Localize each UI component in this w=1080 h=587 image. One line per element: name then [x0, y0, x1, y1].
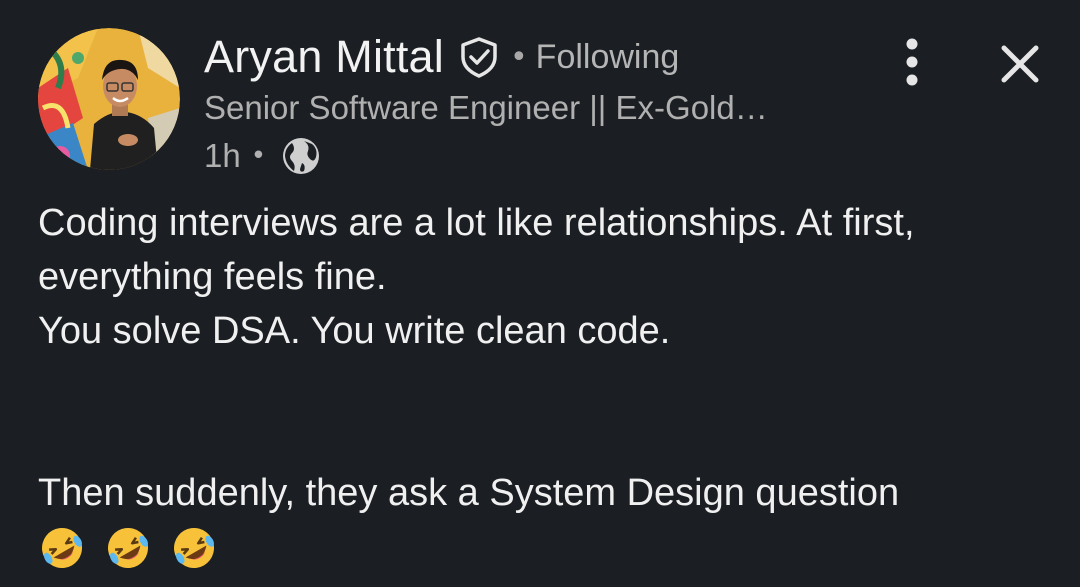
rolling-on-floor-laughing-emoji — [38, 524, 86, 572]
close-icon — [1001, 45, 1039, 83]
post-paragraph: Coding interviews are a lot like relatio… — [38, 202, 915, 298]
more-vertical-icon — [906, 38, 918, 86]
post-paragraph: Then suddenly, they ask a System Design … — [38, 472, 900, 514]
name-separator: • — [509, 39, 528, 75]
author-name-row: Aryan Mittal • Following — [204, 26, 844, 88]
author-name[interactable]: Aryan Mittal — [204, 31, 444, 83]
rolling-on-floor-laughing-emoji — [104, 524, 152, 572]
author-avatar[interactable] — [38, 28, 180, 170]
author-info: Aryan Mittal • Following Senior Software… — [204, 26, 844, 180]
rolling-on-floor-laughing-emoji — [170, 524, 218, 572]
post-meta: 1h • — [204, 132, 844, 180]
post-body: Coding interviews are a lot like relatio… — [38, 196, 1058, 572]
author-headline: Senior Software Engineer || Ex-Gold… — [204, 89, 768, 126]
close-button[interactable] — [996, 40, 1044, 88]
post-card: Aryan Mittal • Following Senior Software… — [0, 0, 1080, 584]
emoji-row — [38, 524, 1058, 572]
post-paragraph: You solve DSA. You write clean code. — [38, 310, 671, 352]
follow-status: Following — [535, 37, 680, 76]
post-time: 1h — [204, 137, 241, 174]
globe-icon — [280, 135, 322, 177]
more-options-button[interactable] — [892, 34, 932, 90]
verified-shield-icon — [458, 36, 500, 78]
meta-separator: • — [250, 141, 267, 171]
